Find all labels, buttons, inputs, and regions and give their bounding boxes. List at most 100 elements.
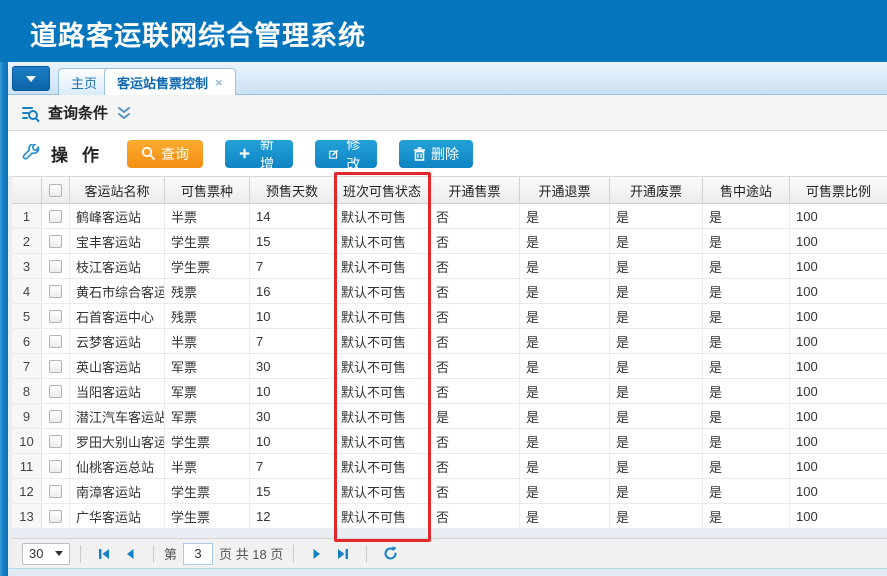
cell-void: 是 — [610, 354, 703, 378]
page-number-input[interactable] — [183, 543, 213, 565]
row-number: 5 — [12, 304, 42, 328]
app-header: 道路客运联网综合管理系统 — [0, 0, 887, 62]
column-header: 预售天数 — [250, 177, 335, 203]
cell-mid: 是 — [703, 454, 790, 478]
row-checkbox[interactable] — [49, 210, 62, 223]
first-page-icon — [97, 547, 111, 561]
cell-void: 是 — [610, 404, 703, 428]
cell-name: 仙桃客运总站 — [70, 454, 165, 478]
row-checkbox[interactable] — [49, 260, 62, 273]
cell-ticket: 军票 — [165, 379, 250, 403]
tab-bar: 主页 客运站售票控制 × — [8, 62, 887, 95]
column-header: 班次可售状态 — [335, 177, 430, 203]
row-checkbox[interactable] — [49, 410, 62, 423]
cell-refund: 是 — [520, 279, 610, 303]
cell-void: 是 — [610, 204, 703, 228]
cell-ticket: 半票 — [165, 329, 250, 353]
left-edge-strip — [0, 62, 8, 576]
cell-ratio: 100 — [790, 454, 887, 478]
row-number: 4 — [12, 279, 42, 303]
wrench-icon — [22, 144, 41, 163]
table-body: 1鹤峰客运站半票14默认不可售否是是是1002宝丰客运站学生票15默认不可售否是… — [12, 204, 887, 529]
cell-void: 是 — [610, 454, 703, 478]
row-number: 13 — [12, 504, 42, 528]
tab-ticket-control[interactable]: 客运站售票控制 × — [104, 68, 236, 95]
tab-home[interactable]: 主页 — [58, 68, 110, 95]
cell-refund: 是 — [520, 479, 610, 503]
table-header: 客运站名称可售票种预售天数班次可售状态开通售票开通退票开通废票售中途站可售票比例 — [12, 176, 887, 204]
cell-ticket: 军票 — [165, 354, 250, 378]
row-checkbox[interactable] — [49, 435, 62, 448]
cell-ticket: 半票 — [165, 204, 250, 228]
tab-menu-button[interactable] — [12, 66, 50, 91]
close-icon[interactable]: × — [215, 75, 223, 90]
row-checkbox-cell — [42, 279, 70, 303]
cell-ticket: 学生票 — [165, 429, 250, 453]
row-checkbox[interactable] — [49, 460, 62, 473]
row-checkbox[interactable] — [49, 310, 62, 323]
cell-refund: 是 — [520, 329, 610, 353]
row-checkbox-cell — [42, 329, 70, 353]
cell-ticket: 学生票 — [165, 254, 250, 278]
stations-table: 客运站名称可售票种预售天数班次可售状态开通售票开通退票开通废票售中途站可售票比例… — [12, 176, 887, 529]
cell-mid: 是 — [703, 254, 790, 278]
cell-days: 15 — [250, 229, 335, 253]
cell-days: 10 — [250, 429, 335, 453]
row-checkbox[interactable] — [49, 360, 62, 373]
column-header: 可售票种 — [165, 177, 250, 203]
cell-ratio: 100 — [790, 279, 887, 303]
cell-name: 南漳客运站 — [70, 479, 165, 503]
last-page-button[interactable] — [330, 543, 356, 565]
row-checkbox[interactable] — [49, 285, 62, 298]
prev-page-icon — [123, 547, 137, 561]
cell-status: 默认不可售 — [335, 204, 430, 228]
cell-name: 云梦客运站 — [70, 329, 165, 353]
page-size-select[interactable]: 30 — [22, 543, 70, 565]
row-checkbox[interactable] — [49, 235, 62, 248]
cell-sale: 否 — [430, 354, 520, 378]
column-header: 开通售票 — [430, 177, 520, 203]
cell-sale: 否 — [430, 429, 520, 453]
delete-button[interactable]: 删除 — [399, 140, 473, 168]
table-row: 13广华客运站学生票12默认不可售否是是是100 — [12, 504, 887, 529]
row-number: 3 — [12, 254, 42, 278]
prev-page-button[interactable] — [117, 543, 143, 565]
cell-sale: 否 — [430, 254, 520, 278]
table-row: 7英山客运站军票30默认不可售否是是是100 — [12, 354, 887, 379]
cell-ratio: 100 — [790, 404, 887, 428]
search-button[interactable]: 查询 — [127, 140, 203, 168]
cell-void: 是 — [610, 479, 703, 503]
cell-refund: 是 — [520, 229, 610, 253]
row-checkbox[interactable] — [49, 485, 62, 498]
pagination-bar: 30 第 页 共 18 页 — [12, 538, 887, 568]
row-checkbox[interactable] — [49, 385, 62, 398]
cell-refund: 是 — [520, 304, 610, 328]
cell-ratio: 100 — [790, 304, 887, 328]
cell-ticket: 残票 — [165, 279, 250, 303]
row-checkbox-cell — [42, 454, 70, 478]
row-checkbox[interactable] — [49, 335, 62, 348]
divider — [80, 545, 81, 563]
next-page-button[interactable] — [304, 543, 330, 565]
cell-void: 是 — [610, 329, 703, 353]
row-checkbox[interactable] — [49, 510, 62, 523]
cell-ticket: 学生票 — [165, 229, 250, 253]
cell-refund: 是 — [520, 454, 610, 478]
cell-status: 默认不可售 — [335, 354, 430, 378]
refresh-button[interactable] — [377, 543, 403, 565]
row-number: 1 — [12, 204, 42, 228]
cell-status: 默认不可售 — [335, 379, 430, 403]
row-checkbox-cell — [42, 429, 70, 453]
select-all-checkbox[interactable] — [49, 184, 62, 197]
refresh-icon — [383, 546, 398, 561]
edit-button[interactable]: 修改 — [315, 140, 377, 168]
divider — [366, 545, 367, 563]
row-checkbox-cell — [42, 354, 70, 378]
cell-status: 默认不可售 — [335, 329, 430, 353]
add-button[interactable]: 新增 — [225, 140, 293, 168]
cell-name: 枝江客运站 — [70, 254, 165, 278]
query-conditions-bar[interactable]: 查询条件 — [8, 95, 887, 131]
first-page-button[interactable] — [91, 543, 117, 565]
table-row: 5石首客运中心残票10默认不可售否是是是100 — [12, 304, 887, 329]
bottom-strip — [8, 568, 887, 576]
